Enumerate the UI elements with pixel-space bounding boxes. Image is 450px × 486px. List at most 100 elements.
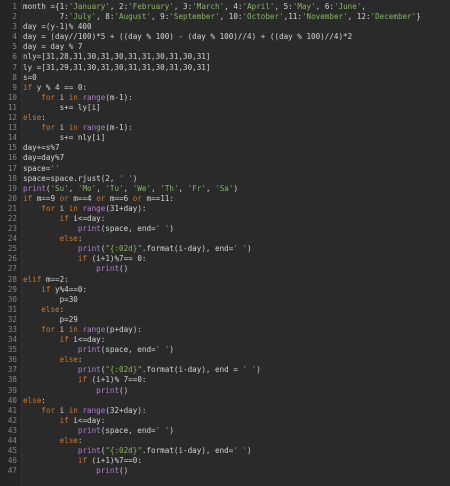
line-number: 22 bbox=[7, 213, 17, 223]
code-line[interactable]: 41 for i in range(32+day): bbox=[0, 406, 450, 416]
code-line[interactable]: 42 if i<=day: bbox=[0, 416, 450, 426]
code-token: else bbox=[41, 304, 60, 314]
code-text: space=space.rjust(2, ' ') bbox=[23, 174, 137, 184]
code-token: month ={1: bbox=[23, 2, 69, 11]
code-line[interactable]: 23 print(space, end=' ') bbox=[0, 224, 450, 234]
code-token: (space, end= bbox=[100, 425, 156, 435]
code-token: ' ' bbox=[155, 425, 170, 435]
line-number: 39 bbox=[7, 385, 17, 395]
code-text: month ={1:'January', 2:'February', 3:'Ma… bbox=[23, 2, 366, 12]
code-editor[interactable]: 1 month ={1:'January', 2:'February', 3:'M… bbox=[0, 0, 450, 486]
code-token: i<=day: bbox=[68, 415, 106, 425]
code-token: s=0 bbox=[23, 72, 37, 82]
code-line[interactable]: 10 for i in range(m-1): bbox=[0, 93, 450, 103]
code-line[interactable]: 18 space=space.rjust(2, ' ') bbox=[0, 174, 450, 184]
code-line[interactable]: 24 else: bbox=[0, 234, 450, 244]
code-line[interactable]: 34 if i<=day: bbox=[0, 335, 450, 345]
code-line[interactable]: 5 day = day % 7 bbox=[0, 42, 450, 52]
code-line[interactable]: 25 print("{:02d}".format(i-day), end=' '… bbox=[0, 244, 450, 254]
code-line[interactable]: 36 else: bbox=[0, 355, 450, 365]
code-line[interactable]: 11 s+= ly[i] bbox=[0, 103, 450, 113]
code-line[interactable]: 46 if (i+1)%7==0: bbox=[0, 456, 450, 466]
code-line[interactable]: 8 s=0 bbox=[0, 73, 450, 83]
code-line[interactable]: 20 if m==9 or m==4 or m==6 or m==11: bbox=[0, 194, 450, 204]
code-token: 'April' bbox=[242, 2, 275, 11]
code-token: in bbox=[68, 325, 78, 334]
code-text: print() bbox=[23, 466, 128, 476]
code-line[interactable]: 29 if y%4==0: bbox=[0, 285, 450, 295]
code-line[interactable]: 37 print("{:02d}".format(i-day), end = '… bbox=[0, 365, 450, 375]
line-number: 2 bbox=[12, 12, 17, 22]
code-line[interactable]: 22 if i<=day: bbox=[0, 214, 450, 224]
code-line[interactable]: 2 7:'July', 8:'August', 9:'September', 1… bbox=[0, 12, 450, 22]
code-token: i<=day: bbox=[68, 213, 106, 223]
code-token: for bbox=[41, 405, 56, 415]
code-line[interactable]: 43 print(space, end=' ') bbox=[0, 426, 450, 436]
code-line[interactable]: 28 elif m==2: bbox=[0, 275, 450, 285]
code-line[interactable]: 15 day+=s%7 bbox=[0, 143, 450, 153]
code-line[interactable]: 32 p=29 bbox=[0, 315, 450, 325]
code-token: i bbox=[55, 123, 69, 133]
code-text: print("{:02d}".format(i-day), end=' ') bbox=[23, 446, 252, 456]
code-token: m==2: bbox=[41, 274, 69, 284]
code-text: else: bbox=[23, 355, 83, 365]
code-line[interactable]: 6 nly=[31,28,31,30,31,30,31,31,30,31,30,3… bbox=[0, 52, 450, 62]
code-token: 'August' bbox=[114, 12, 152, 22]
code-line[interactable]: 16 day=day%7 bbox=[0, 153, 450, 163]
code-token: '' bbox=[50, 163, 60, 173]
code-text: if (i+1)%7==0: bbox=[23, 456, 142, 466]
code-line[interactable]: 17 space='' bbox=[0, 164, 450, 174]
code-line[interactable]: 39 print() bbox=[0, 386, 450, 396]
code-token: 'Th' bbox=[160, 183, 179, 193]
code-token: (m-1): bbox=[105, 123, 133, 133]
code-token: , bbox=[68, 183, 78, 193]
code-line[interactable]: 19 print('Su', 'Mo', 'Tu', 'We', 'Th', 'F… bbox=[0, 184, 450, 194]
line-number: 21 bbox=[7, 203, 17, 213]
code-line[interactable]: 12 else: bbox=[0, 113, 450, 123]
line-number: 32 bbox=[7, 314, 17, 324]
code-token: for bbox=[41, 92, 56, 102]
code-line[interactable]: 45 print("{:02d}".format(i-day), end=' '… bbox=[0, 446, 450, 456]
code-text: if m==9 or m==4 or m==6 or m==11: bbox=[23, 194, 174, 204]
code-text: s+= ly[i] bbox=[23, 103, 101, 113]
code-line[interactable]: 38 if (i+1)% 7==0: bbox=[0, 375, 450, 385]
code-line[interactable]: 1 month ={1:'January', 2:'February', 3:'M… bbox=[0, 2, 450, 12]
code-line[interactable]: 40 else: bbox=[0, 396, 450, 406]
code-token: () bbox=[119, 466, 129, 476]
code-token: ) bbox=[233, 183, 239, 193]
code-line[interactable]: 21 for i in range(31+day): bbox=[0, 204, 450, 214]
code-text: ly =[31,29,31,30,31,30,31,31,30,31,30,31… bbox=[23, 63, 210, 73]
code-line[interactable]: 3 day =(y-1)% 400 bbox=[0, 22, 450, 32]
line-number: 26 bbox=[7, 254, 17, 264]
code-line[interactable]: 35 print(space, end=' ') bbox=[0, 345, 450, 355]
code-line[interactable]: 7 ly =[31,29,31,30,31,30,31,31,30,31,30,3… bbox=[0, 63, 450, 73]
code-text: for i in range(31+day): bbox=[23, 204, 146, 214]
code-token: i<=day: bbox=[68, 335, 106, 345]
code-line[interactable]: 9 if y % 4 == 0: bbox=[0, 83, 450, 93]
code-token: : bbox=[59, 304, 65, 314]
code-token: ' ' bbox=[233, 244, 248, 254]
code-line[interactable]: 26 if (i+1)%7== 0: bbox=[0, 254, 450, 264]
code-line[interactable]: 14 s+= nly[i] bbox=[0, 133, 450, 143]
code-token: (i+1)%7== 0: bbox=[87, 254, 147, 264]
code-line[interactable]: 47 print() bbox=[0, 466, 450, 476]
code-token: day = (day//100)*5 + ((day % 100) - (day… bbox=[23, 32, 353, 42]
code-line[interactable]: 27 print() bbox=[0, 264, 450, 274]
code-token: ,11: bbox=[283, 12, 302, 22]
code-text: print("{:02d}".format(i-day), end = ' ') bbox=[23, 365, 261, 375]
code-line[interactable]: 33 for i in range(p+day): bbox=[0, 325, 450, 335]
code-line[interactable]: 31 else: bbox=[0, 305, 450, 315]
code-token: .format(i-day), end= bbox=[141, 244, 234, 254]
code-line[interactable]: 13 for i in range(m-1): bbox=[0, 123, 450, 133]
code-text: print("{:02d}".format(i-day), end=' ') bbox=[23, 244, 252, 254]
code-line[interactable]: 4 day = (day//100)*5 + ((day % 100) - (da… bbox=[0, 32, 450, 42]
code-line[interactable]: 44 else: bbox=[0, 436, 450, 446]
code-line[interactable]: 30 p=30 bbox=[0, 295, 450, 305]
code-token: for bbox=[41, 123, 56, 133]
code-token: s+= nly[i] bbox=[23, 133, 106, 143]
